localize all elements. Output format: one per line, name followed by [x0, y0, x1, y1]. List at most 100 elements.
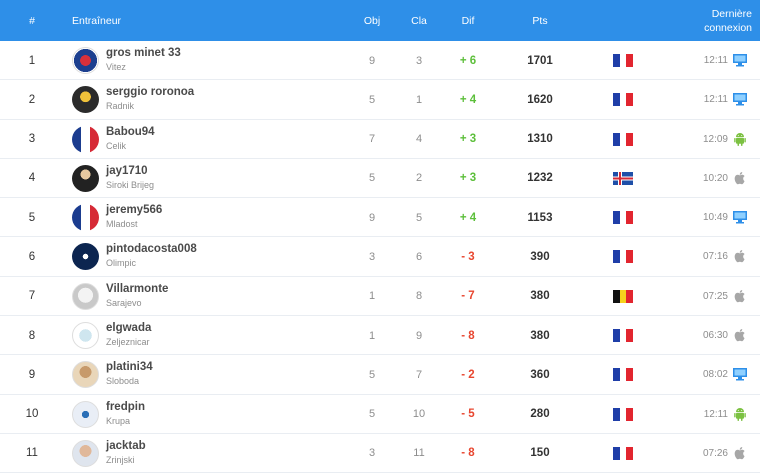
avatar[interactable]	[72, 439, 99, 467]
avatar[interactable]	[72, 125, 99, 153]
coach-name-link[interactable]: Babou94	[106, 126, 155, 138]
flag-france-icon	[613, 407, 633, 421]
dif-cell: - 3	[461, 250, 475, 263]
table-row[interactable]: 3 Babou94 Celik 7 4 + 3 1310 12:09	[0, 120, 760, 159]
flag-france-icon	[613, 211, 633, 225]
last-connection-header-line1: Dernière	[711, 7, 752, 20]
rank-cell: 8	[28, 329, 36, 342]
coach-name-link[interactable]: jacktab	[106, 440, 146, 452]
avatar[interactable]	[72, 164, 99, 192]
rank-cell: 6	[28, 250, 36, 263]
cla-cell: 7	[415, 368, 423, 381]
pts-cell: 1701	[527, 54, 553, 67]
rank-cell: 2	[28, 93, 36, 106]
coach-name-link[interactable]: gros minet 33	[106, 47, 181, 59]
pts-cell: 1310	[527, 133, 553, 146]
dif-cell: - 8	[461, 329, 475, 342]
club-name: Sloboda	[106, 376, 140, 387]
table-row[interactable]: 5 jeremy566 Mladost 9 5 + 4 1153 10:49	[0, 198, 760, 238]
avatar[interactable]	[72, 47, 99, 74]
dif-cell: + 6	[459, 54, 477, 67]
coach-name-link[interactable]: jay1710	[106, 165, 148, 177]
pts-column-header[interactable]: Pts	[520, 0, 560, 41]
flag-france-icon	[613, 93, 633, 107]
table-row[interactable]: 9 platini34 Sloboda 5 7 - 2 360 08:02	[0, 355, 760, 395]
dif-column-header[interactable]: Dif	[448, 0, 488, 41]
cla-cell: 9	[415, 329, 423, 342]
flag-france-icon	[613, 446, 633, 460]
rank-cell: 3	[28, 133, 36, 146]
rank-column-header[interactable]: #	[0, 0, 64, 41]
table-row[interactable]: 8 elgwada Zeljeznicar 1 9 - 8 380 06:30	[0, 316, 760, 356]
avatar[interactable]	[72, 322, 99, 350]
club-name: Vitez	[106, 62, 126, 72]
last-connection-time: 12:09	[702, 133, 728, 145]
cla-cell: 6	[415, 250, 423, 263]
rank-cell: 1	[28, 54, 36, 67]
avatar[interactable]	[72, 204, 99, 232]
pts-cell: 280	[530, 408, 550, 421]
obj-cell: 1	[368, 329, 376, 342]
table-header: # Entraîneur Obj Cla Dif Pts Dernière co…	[0, 0, 760, 41]
last-connection-time: 12:11	[703, 55, 728, 66]
last-connection-time: 07:16	[702, 251, 728, 263]
coach-name-link[interactable]: serggio roronoa	[106, 86, 194, 98]
last-connection-column-header[interactable]: Dernière connexion	[682, 0, 752, 41]
rank-cell: 9	[28, 368, 36, 381]
table-row[interactable]: 7 Villarmonte Sarajevo 1 8 - 7 380 07:25	[0, 277, 760, 317]
cla-cell: 4	[415, 133, 423, 146]
coach-name-link[interactable]: pintodacosta008	[106, 243, 197, 255]
coach-name-link[interactable]: Villarmonte	[106, 283, 168, 295]
dif-cell: - 2	[461, 368, 475, 381]
apple-icon	[734, 446, 745, 460]
club-name: Sarajevo	[106, 297, 142, 308]
coach-name-link[interactable]: fredpin	[106, 401, 145, 413]
pts-cell: 380	[530, 329, 550, 342]
table-row[interactable]: 11 jacktab Zrinjski 3 11 - 8 150 07:26	[0, 434, 760, 474]
obj-cell: 5	[368, 368, 376, 381]
obj-cell: 1	[368, 290, 376, 303]
cla-cell: 1	[415, 93, 423, 106]
pts-cell: 380	[530, 290, 550, 303]
table-row[interactable]: 6 pintodacosta008 Olimpic 3 6 - 3 390 07:16	[0, 237, 760, 277]
club-name: Krupa	[106, 415, 131, 426]
avatar[interactable]	[72, 243, 99, 271]
avatar[interactable]	[72, 400, 99, 428]
last-connection-time: 08:02	[702, 369, 728, 381]
avatar[interactable]	[72, 86, 99, 114]
last-connection-time: 10:20	[702, 172, 728, 184]
obj-cell: 5	[368, 408, 376, 421]
pts-cell: 1620	[527, 93, 553, 106]
last-connection-time: 07:25	[702, 290, 728, 302]
avatar[interactable]	[72, 361, 99, 389]
apple-icon	[734, 289, 745, 302]
club-name: Mladost	[106, 219, 138, 230]
desktop-icon	[733, 211, 747, 224]
coach-column-header[interactable]: Entraîneur	[72, 0, 121, 41]
table-row[interactable]: 4 jay1710 Siroki Brijeg 5 2 + 3 1232 10:20	[0, 159, 760, 199]
cla-cell: 5	[415, 211, 423, 224]
table-row[interactable]: 2 serggio roronoa Radnik 5 1 + 4 1620 12:11	[0, 80, 760, 120]
coach-name-link[interactable]: elgwada	[106, 322, 151, 334]
cla-cell: 3	[415, 54, 423, 67]
cla-column-header[interactable]: Cla	[399, 0, 439, 41]
desktop-icon	[733, 54, 747, 67]
cla-cell: 8	[415, 290, 423, 303]
pts-cell: 1232	[527, 172, 553, 185]
rank-cell: 10	[25, 408, 39, 421]
avatar[interactable]	[72, 282, 99, 310]
coach-name-link[interactable]: platini34	[106, 361, 153, 373]
coach-name-link[interactable]: jeremy566	[106, 204, 162, 216]
rank-cell: 7	[28, 290, 36, 303]
table-row[interactable]: 1 gros minet 33 Vitez 9 3 + 6 1701 12:11	[0, 41, 760, 81]
club-name: Radnik	[106, 101, 135, 112]
flag-france-icon	[613, 250, 633, 264]
pts-cell: 1153	[527, 211, 553, 224]
club-name: Siroki Brijeg	[106, 179, 155, 190]
desktop-icon	[733, 93, 747, 106]
flag-iceland-icon	[613, 171, 633, 185]
obj-column-header[interactable]: Obj	[352, 0, 392, 41]
last-connection-header-line2: connexion	[704, 21, 752, 34]
pts-cell: 360	[530, 368, 550, 381]
table-row[interactable]: 10 fredpin Krupa 5 10 - 5 280 12:11	[0, 395, 760, 434]
